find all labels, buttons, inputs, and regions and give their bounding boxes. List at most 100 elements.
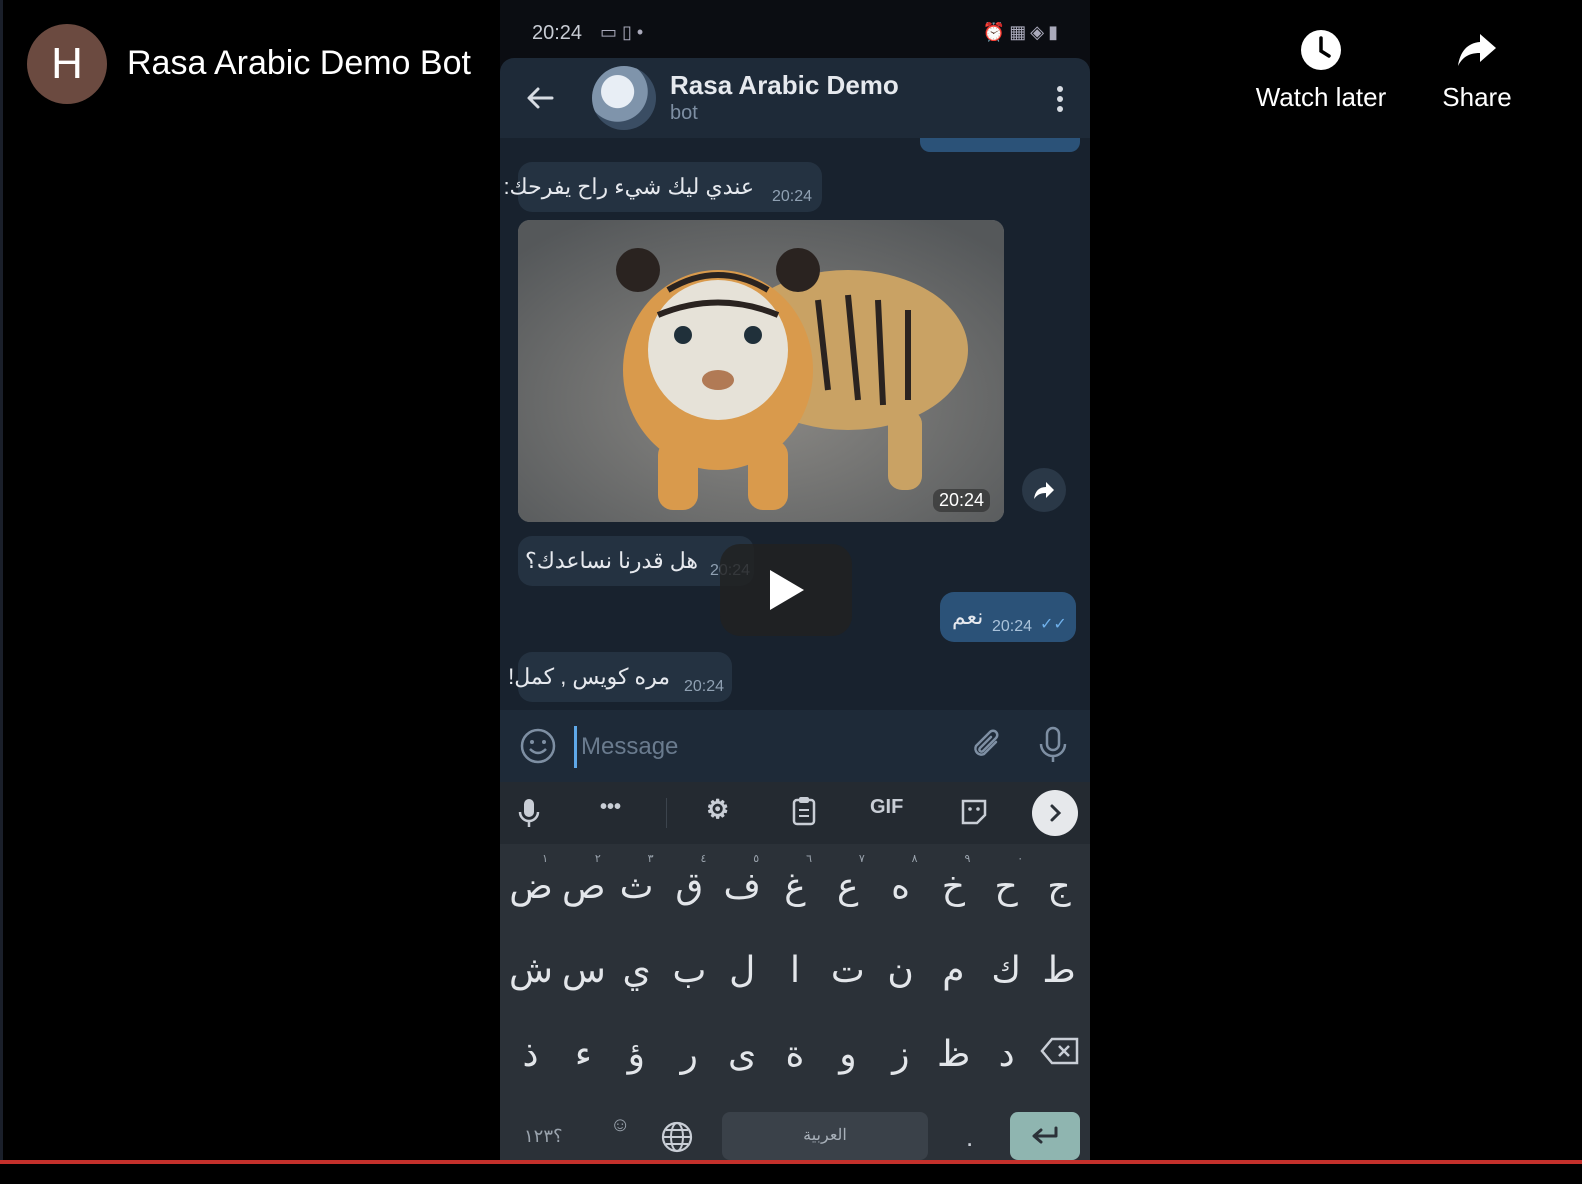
chat-header: Rasa Arabic Demo bot (500, 58, 1090, 138)
clipboard-icon[interactable] (792, 796, 816, 826)
back-arrow-icon[interactable] (524, 82, 556, 114)
status-bar: 20:24 ▭ ▯ • ⏰▦◈▮ (500, 18, 1090, 52)
keyboard-key[interactable]: ص٢ (559, 852, 609, 907)
key-number-hint: ٨ (911, 852, 918, 865)
more-options-icon[interactable]: ••• (600, 796, 621, 819)
space-key[interactable]: العربية (722, 1112, 928, 1160)
keyboard-key[interactable]: ق٤ (664, 852, 714, 907)
message-bubble-incoming[interactable]: عندي ليك شيء راح يفرحك: 20:24 (503, 162, 822, 212)
keyboard-key[interactable]: ت (823, 950, 873, 991)
keyboard-key[interactable]: ؤ (612, 1034, 661, 1075)
period-key[interactable]: . (966, 1122, 973, 1153)
watch-later-label: Watch later (1255, 82, 1387, 112)
microphone-icon[interactable] (1038, 726, 1068, 764)
keyboard-key[interactable]: ظ (929, 1034, 978, 1075)
key-number-hint: ١ (542, 852, 548, 865)
keyboard-key[interactable]: ز (876, 1034, 925, 1075)
key-number-hint: ٤ (700, 852, 707, 865)
sticker-icon[interactable] (960, 798, 988, 826)
keyboard-key[interactable]: ف٥ (717, 852, 767, 907)
keyboard-key[interactable]: ب (664, 950, 714, 991)
chat-title[interactable]: Rasa Arabic Demo (670, 70, 899, 101)
more-vertical-icon[interactable] (1050, 82, 1070, 116)
voice-input-icon[interactable] (518, 798, 540, 828)
message-bubble-incoming[interactable]: هل قدرنا نساعدك؟ 20:24 (518, 536, 754, 586)
phone-screen: 20:24 ▭ ▯ • ⏰▦◈▮ Rasa Arabic Demo bot عن… (500, 0, 1090, 1160)
keyboard-key[interactable]: ج (1034, 866, 1084, 907)
message-text: مره كويس , كمل! (508, 664, 670, 689)
keyboard-key[interactable]: ث٣ (612, 852, 662, 907)
system-status-icons: ⏰▦◈▮ (982, 22, 1062, 42)
keyboard-key[interactable]: ع٧ (823, 852, 873, 907)
video-title[interactable]: Rasa Arabic Demo Bot (127, 44, 471, 83)
keyboard-key[interactable]: و (823, 1034, 872, 1075)
forward-button[interactable] (1022, 468, 1066, 512)
message-time: 20:24 (771, 188, 812, 205)
enter-arrow-icon (1032, 1126, 1058, 1144)
message-input[interactable] (574, 726, 953, 768)
keyboard-expand-button[interactable] (1032, 790, 1078, 836)
keyboard-row-3: ذءؤرىةوزظد (506, 1034, 1084, 1075)
message-text: هل قدرنا نساعدك؟ (525, 548, 698, 573)
keyboard-row-1: ض١ص٢ث٣ق٤ف٥غ٦ع٧ه٨خ٩ح٠ج (506, 852, 1084, 907)
keyboard-key[interactable]: ا (770, 950, 820, 991)
emoji-icon[interactable] (520, 728, 556, 764)
emoji-key-icon[interactable]: ☺ (610, 1114, 630, 1137)
channel-avatar[interactable]: H (27, 24, 107, 104)
notification-icons: ▭ ▯ • (600, 22, 644, 42)
keyboard-key[interactable]: ر (665, 1034, 714, 1075)
keyboard-key[interactable]: ي (612, 950, 662, 991)
share-button[interactable]: Share (1392, 28, 1562, 113)
keyboard-key[interactable]: ه٨ (876, 852, 926, 907)
keyboard-key[interactable]: ة (771, 1034, 820, 1075)
keyboard-key[interactable]: ن (876, 950, 926, 991)
globe-icon[interactable] (660, 1120, 694, 1154)
share-arrow-icon (1458, 34, 1496, 66)
keyboard-key[interactable]: ط (1034, 950, 1084, 991)
keyboard-key[interactable]: ح٠ (981, 852, 1031, 907)
clock-icon (1301, 30, 1341, 70)
backspace-icon[interactable] (1035, 1034, 1084, 1075)
keyboard-key[interactable]: ى (718, 1034, 767, 1075)
tiger-cub-photo[interactable]: 20:24 (518, 220, 1004, 522)
arabic-keyboard: ض١ص٢ث٣ق٤ف٥غ٦ع٧ه٨خ٩ح٠ج شسيبلاتنمكط ذءؤرىة… (500, 844, 1090, 1160)
status-time: 20:24 (532, 22, 583, 44)
key-number-hint: ٠ (1017, 852, 1024, 865)
keyboard-key[interactable]: م (928, 950, 978, 991)
key-number-hint: ٧ (858, 852, 865, 865)
keyboard-key[interactable]: ك (981, 950, 1031, 991)
photo-time: 20:24 (932, 489, 990, 512)
message-time: 20:24 (992, 618, 1033, 635)
keyboard-key[interactable]: غ٦ (770, 852, 820, 907)
message-bubble-outgoing[interactable]: نعم 20:24 ✓✓ (940, 592, 1076, 642)
settings-gear-icon[interactable]: ⚙ (706, 794, 729, 825)
enter-key[interactable] (1010, 1112, 1080, 1160)
keyboard-key[interactable]: س (559, 950, 609, 991)
keyboard-key[interactable]: ض١ (506, 852, 556, 907)
key-number-hint: ٢ (594, 852, 601, 865)
message-bubble-incoming[interactable]: مره كويس , كمل! 20:24 (508, 652, 732, 702)
watch-later-button[interactable]: Watch later (1236, 28, 1406, 113)
keyboard-key[interactable]: ل (717, 950, 767, 991)
progress-bar-track (0, 1164, 1582, 1184)
keyboard-row-2: شسيبلاتنمكط (506, 950, 1084, 991)
keyboard-key[interactable]: ذ (506, 1034, 555, 1075)
play-button[interactable] (720, 544, 852, 636)
key-number-hint: ٥ (753, 852, 760, 865)
left-edge-strip (0, 0, 3, 1184)
keyboard-key[interactable]: خ٩ (928, 852, 978, 907)
tiger-cub-image (518, 220, 1004, 522)
gif-button[interactable]: GIF (870, 796, 903, 819)
chat-subtitle: bot (670, 102, 698, 124)
key-number-hint: ٩ (964, 852, 971, 865)
toolbar-divider (666, 798, 667, 828)
share-label: Share (1442, 82, 1512, 112)
keyboard-key[interactable]: د (982, 1034, 1031, 1075)
paperclip-icon[interactable] (970, 728, 1004, 764)
previous-message-bubble (920, 138, 1080, 152)
bot-avatar[interactable] (592, 66, 656, 130)
keyboard-key[interactable]: ش (506, 950, 556, 991)
numbers-key[interactable]: ؟١٢٣ (524, 1126, 563, 1147)
message-time: 20:24 (683, 678, 724, 695)
keyboard-key[interactable]: ء (559, 1034, 608, 1075)
